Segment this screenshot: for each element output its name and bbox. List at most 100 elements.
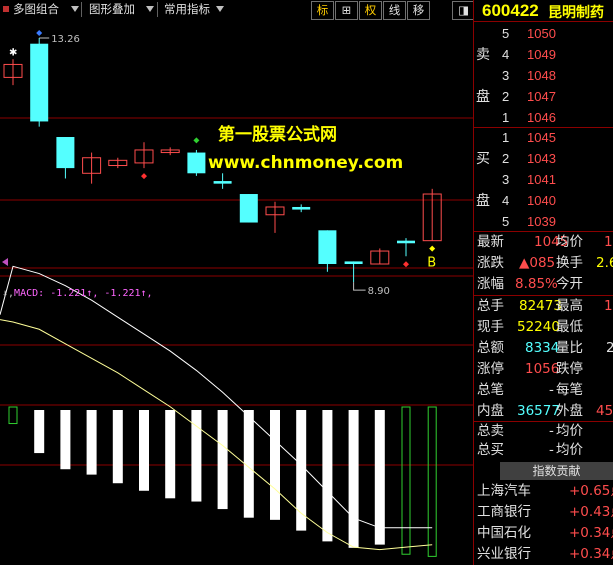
buy-avg-label: 均价 [556,442,583,458]
quote-totalbuy: 总买 - [477,442,554,458]
quote-limitup: 涨停 1056 [477,361,560,377]
buy-level: 4 [502,193,510,208]
toolbar-divider [81,2,82,17]
candle-body [292,206,311,210]
buy-price[interactable]: 1039 [527,211,556,232]
low-label: 最低 [556,319,583,335]
chevron-down-icon[interactable] [71,6,79,12]
toolbar: 多图组合 图形叠加 常用指标 标 ⊞ 权 线 移 ◨ [0,0,475,20]
macd-bar [139,410,149,491]
sell-price[interactable]: 1046 [527,107,556,128]
kline-chart-area[interactable]: 13.26 8.90 ✱ B 第一股票公式网 www.chnmoney.com ↓,M… [0,20,473,565]
macd-bar [270,410,280,520]
contribution-row[interactable]: 工商银行 +0.43点 [477,502,613,523]
contribution-value: +0.65点 [569,483,613,499]
macd-name: MACD [14,288,39,299]
contribution-row[interactable]: 中国石化 +0.34点 [477,523,613,544]
quote-trades: 总笔 - [477,382,554,398]
quote-totalsell: 总卖 - [477,423,554,439]
chevron-down-icon[interactable] [146,6,154,12]
sell-level: 3 [502,68,510,83]
quote-latest: 最新 1045 [477,234,569,250]
macd-bar [322,410,333,542]
macd-bar [217,410,228,510]
chevron-down-icon[interactable] [216,6,224,12]
contribution-row[interactable]: 兴业银行 +0.34点 [477,544,613,565]
volume-ratio-label: 量比 [556,340,583,356]
sell-price[interactable]: 1050 [527,23,556,44]
candle-body [239,194,258,223]
open-label: 今开 [556,276,583,292]
mark-tool-button[interactable]: 标 [311,1,334,20]
watermark-url: www.chnmoney.com [208,153,404,173]
grid-tool-button[interactable]: ⊞ [335,1,358,20]
turnover-label: 换手 [556,255,583,271]
contribution-stock-name: 兴业银行 [477,546,531,562]
overlay-menu[interactable]: 图形叠加 [89,1,135,18]
contribution-stock-name: 上海汽车 [477,483,531,499]
line-tool-button[interactable]: 线 [383,1,406,20]
sell-level: 2 [502,89,510,104]
sell-price[interactable]: 1048 [527,65,556,86]
quote-amount: 总额 8334 [477,340,560,356]
buy-price[interactable]: 1043 [527,148,556,169]
quote-totalvol: 总手 82473 [477,298,562,314]
candle-body [318,230,337,264]
diamond-marker-icon [193,137,200,144]
sell-label-1: 卖 [476,47,490,63]
scroll-left-icon [2,258,8,266]
buy-signal-icon [429,245,436,252]
sell-price[interactable]: 1049 [527,44,556,65]
diamond-marker-icon [403,261,409,268]
buy-price[interactable]: 1045 [527,127,556,148]
sell-level: 1 [502,110,510,125]
dea-line [0,265,433,529]
macd-bar [8,406,18,425]
buy-price[interactable]: 1040 [527,190,556,211]
fold-panel-button[interactable]: ◨ [452,1,475,20]
red-square-icon [3,6,9,12]
diamond-marker-icon [141,173,147,180]
avg-price-label: 均价 [556,234,583,250]
indicator-menu[interactable]: 常用指标 [164,1,210,18]
sell-label-2: 盘 [476,89,490,105]
buy-price[interactable]: 1041 [527,169,556,190]
macd-bar [401,406,411,555]
macd-bar [60,410,71,470]
low-label-line [353,282,366,291]
rights-tool-button[interactable]: 权 [359,1,382,20]
contribution-row[interactable]: 上海汽车 +0.65点 [477,481,613,502]
macd-bar [348,410,359,548]
buy-level: 3 [502,172,510,187]
contribution-value: +0.43点 [569,504,613,520]
macd-bar [112,410,123,484]
index-contribution-tab[interactable]: 指数贡献 [500,462,613,480]
macd-bar [86,410,97,475]
macd-bar [296,410,307,531]
candle-body [344,261,363,264]
macd-bar [427,406,437,557]
divider [474,21,613,22]
high-label: 最高 [556,298,583,314]
multi-chart-menu[interactable]: 多图组合 [13,1,59,18]
limitdown-label: 跌停 [556,361,583,377]
star-marker-icon: ✱ [9,47,17,58]
high-price-label: 13.26 [51,34,80,45]
macd-prefix: ↓, [2,288,15,299]
contribution-stock-name: 中国石化 [477,525,531,541]
buy-level: 1 [502,130,510,145]
stock-code: 600422 [482,1,539,20]
move-tool-button[interactable]: 移 [407,1,430,20]
contribution-value: +0.34点 [569,546,613,562]
toolbar-divider [157,2,158,17]
macd-bar [34,410,45,454]
buy-level: 2 [502,151,510,166]
buy-level: 5 [502,214,510,229]
sell-avg-label: 均价 [556,423,583,439]
stock-name: 昆明制药 [548,5,604,21]
macd-bar [374,410,385,545]
diamond-marker-icon [36,30,43,36]
sell-price[interactable]: 1047 [527,86,556,107]
candle-body [397,240,415,244]
macd-label: ↓,MACD: -1.221↑, -1.221↑, [2,288,153,299]
